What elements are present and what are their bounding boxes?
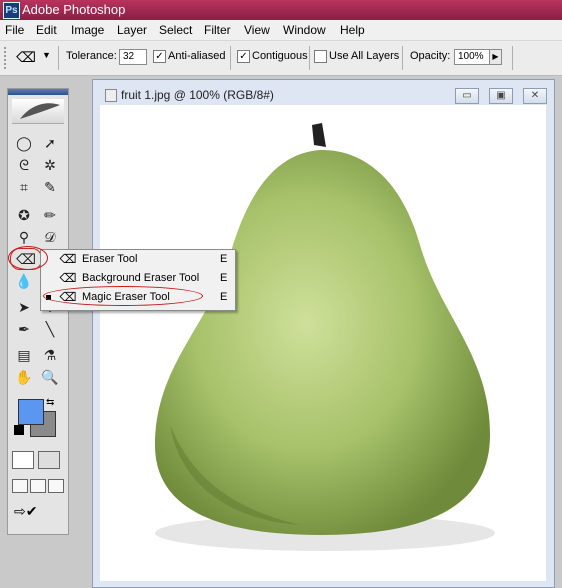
magic-wand-icon[interactable]: ✲	[40, 155, 60, 175]
notes-tool-icon[interactable]: ▤	[14, 345, 34, 365]
menu-select[interactable]: Select	[159, 23, 192, 37]
background-eraser-icon: ⌫	[59, 271, 77, 285]
document-title: fruit 1.jpg @ 100% (RGB/8#)	[121, 88, 274, 102]
options-separator	[309, 46, 310, 70]
contiguous-label: Contiguous	[252, 50, 308, 62]
menu-view[interactable]: View	[244, 23, 270, 37]
eyedropper-icon[interactable]: ⚗	[40, 345, 60, 365]
document-window: fruit 1.jpg @ 100% (RGB/8#) ▭ ▣ ✕	[92, 79, 555, 588]
pen-tool-icon[interactable]: ✒	[14, 319, 34, 339]
flyout-item-shortcut: E	[220, 272, 228, 284]
screen-mode-full-menu-icon[interactable]	[30, 479, 46, 493]
brush-tool-icon[interactable]: ✏	[40, 205, 60, 225]
blur-tool-icon[interactable]: 💧	[14, 271, 34, 291]
restore-button[interactable]: ▣	[489, 88, 513, 104]
standard-mode-icon[interactable]	[12, 451, 34, 469]
toolbox: ◯ ➚ ᘓ ✲ ⌗ ✎ ✪ ✏ ⚲ 𝒟 ⌫ ▦ 💧 ➤ T ✒ ╲ ▤ ⚗ ✋ …	[7, 88, 69, 535]
clone-stamp-icon[interactable]: ⚲	[14, 227, 34, 247]
feather-icon	[20, 103, 60, 119]
tool-preset-dropdown-icon[interactable]: ▼	[42, 50, 51, 60]
antialiased-label: Anti-aliased	[168, 50, 226, 62]
foreground-color-swatch[interactable]	[18, 399, 44, 425]
app-title: Adobe Photoshop	[22, 2, 126, 17]
flyout-item-eraser[interactable]: ⌫ Eraser Tool E	[41, 250, 235, 269]
options-separator	[512, 46, 513, 70]
toolbox-header[interactable]	[8, 89, 68, 95]
swap-colors-icon[interactable]: ⇆	[46, 397, 54, 408]
menu-edit[interactable]: Edit	[36, 23, 57, 37]
use-all-layers-label: Use All Layers	[329, 50, 400, 62]
healing-brush-icon[interactable]: ✪	[14, 205, 34, 225]
line-tool-icon[interactable]: ╲	[40, 319, 60, 339]
flyout-item-shortcut: E	[220, 253, 228, 265]
opacity-label: Opacity:	[410, 50, 451, 62]
menu-window[interactable]: Window	[283, 23, 326, 37]
close-button[interactable]: ✕	[523, 88, 547, 104]
feather-logo-icon[interactable]	[12, 99, 64, 124]
history-brush-icon[interactable]: 𝒟	[40, 227, 60, 247]
magic-eraser-icon[interactable]: ⌫	[16, 48, 36, 66]
contiguous-checkbox[interactable]: ✓	[237, 50, 250, 63]
screen-mode-full-icon[interactable]	[48, 479, 64, 493]
pear-image	[155, 123, 495, 551]
zoom-tool-icon[interactable]: 🔍	[40, 367, 60, 387]
menu-file[interactable]: File	[5, 23, 24, 37]
options-bar-grip[interactable]	[4, 47, 12, 69]
tolerance-label: Tolerance:	[66, 50, 117, 62]
menu-help[interactable]: Help	[340, 23, 365, 37]
title-bar: Ps Adobe Photoshop	[0, 0, 562, 20]
slice-tool-icon[interactable]: ✎	[40, 177, 60, 197]
image-canvas[interactable]	[100, 105, 546, 581]
flyout-item-shortcut: E	[220, 291, 228, 303]
eraser-icon: ⌫	[59, 252, 77, 266]
flyout-item-background-eraser[interactable]: ⌫ Background Eraser Tool E	[41, 269, 235, 288]
eraser-tool-icon[interactable]: ⌫	[10, 248, 42, 270]
path-selection-icon[interactable]: ➤	[14, 297, 34, 317]
move-tool-icon[interactable]: ➚	[40, 133, 60, 153]
magic-eraser-icon: ⌫	[59, 290, 77, 304]
default-colors-icon[interactable]	[14, 425, 24, 435]
antialiased-checkbox[interactable]: ✓	[153, 50, 166, 63]
quick-mask-icon[interactable]	[38, 451, 60, 469]
options-separator	[402, 46, 403, 70]
tolerance-input[interactable]: 32	[119, 49, 147, 65]
document-icon	[105, 89, 117, 102]
flyout-item-magic-eraser[interactable]: ⌫ Magic Eraser Tool E	[41, 288, 235, 307]
menu-layer[interactable]: Layer	[117, 23, 147, 37]
menu-image[interactable]: Image	[71, 23, 104, 37]
lasso-icon[interactable]: ᘓ	[14, 155, 34, 175]
minimize-button[interactable]: ▭	[455, 88, 479, 104]
hand-tool-icon[interactable]: ✋	[14, 367, 34, 387]
options-bar: ⌫ ▼ Tolerance: 32 ✓ Anti-aliased ✓ Conti…	[0, 41, 562, 76]
opacity-slider-arrow-icon[interactable]: ▶	[489, 49, 502, 65]
flyout-item-label: Eraser Tool	[82, 253, 138, 265]
menu-filter[interactable]: Filter	[204, 23, 231, 37]
flyout-item-label: Magic Eraser Tool	[82, 291, 170, 303]
options-separator	[230, 46, 231, 70]
eraser-flyout-menu: ⌫ Eraser Tool E ⌫ Background Eraser Tool…	[40, 249, 236, 311]
active-tool-marker-icon	[46, 295, 51, 300]
flyout-item-label: Background Eraser Tool	[82, 272, 200, 284]
jump-to-imageready-icon[interactable]: ⇨✔	[14, 503, 58, 523]
screen-mode-standard-icon[interactable]	[12, 479, 28, 493]
opacity-input[interactable]: 100%	[454, 49, 490, 65]
elliptical-marquee-icon[interactable]: ◯	[14, 133, 34, 153]
use-all-layers-checkbox[interactable]	[314, 50, 327, 63]
crop-tool-icon[interactable]: ⌗	[14, 177, 34, 197]
menu-bar: File Edit Image Layer Select Filter View…	[0, 20, 562, 41]
photoshop-logo-icon: Ps	[3, 2, 20, 19]
options-separator	[58, 46, 59, 70]
